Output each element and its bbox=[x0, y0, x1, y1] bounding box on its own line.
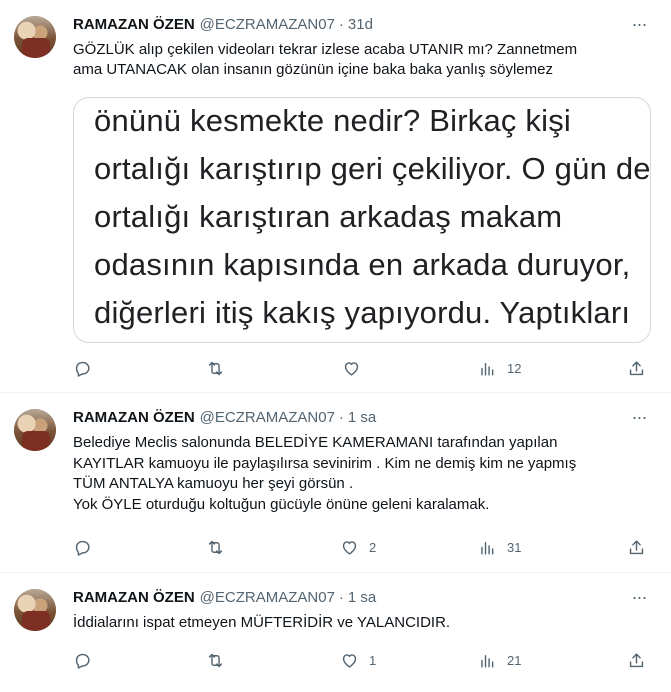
media-text-line: odasının kapısında en arkada duruyor, bbox=[94, 247, 631, 282]
share-icon bbox=[629, 539, 644, 554]
tweet-header: RAMAZAN ÖZEN @ECZRAMAZAN07 · 1 sa bbox=[73, 407, 376, 427]
media-text-line: ortalığı karıştırıp geri çekiliyor. O gü… bbox=[94, 151, 651, 186]
reply-icon bbox=[75, 361, 90, 377]
views-count: 31 bbox=[507, 539, 522, 555]
separator: · bbox=[338, 15, 344, 33]
reply-icon bbox=[75, 653, 90, 669]
more-options-icon[interactable]: ··· bbox=[629, 587, 649, 607]
tweet-text-line: Belediye Meclis salonunda BELEDİYE KAMER… bbox=[73, 434, 558, 451]
share-button[interactable] bbox=[627, 356, 646, 380]
tweet-text-line: İddialarını ispat etmeyen MÜFTERİDİR ve … bbox=[73, 614, 451, 631]
heart-icon bbox=[342, 540, 357, 555]
tweet-text: Belediye Meclis salonunda BELEDİYE KAMER… bbox=[73, 433, 658, 515]
tweet-header: RAMAZAN ÖZEN @ECZRAMAZAN07 · 1 sa bbox=[73, 587, 376, 607]
like-count: 1 bbox=[369, 652, 377, 668]
analytics-icon bbox=[481, 654, 494, 668]
retweet-button[interactable] bbox=[206, 535, 235, 559]
timestamp[interactable]: 31d bbox=[348, 16, 373, 33]
like-button[interactable]: 2 bbox=[340, 535, 376, 559]
share-icon bbox=[629, 652, 644, 667]
views-button[interactable]: 31 bbox=[478, 535, 521, 559]
views-count: 12 bbox=[507, 360, 522, 376]
analytics-icon bbox=[481, 362, 494, 376]
timestamp[interactable]: 1 sa bbox=[348, 589, 376, 606]
author-name[interactable]: RAMAZAN ÖZEN bbox=[73, 589, 195, 606]
media-text-line: önünü kesmekte nedir? Birkaç kişi bbox=[94, 103, 571, 138]
tweet[interactable]: RAMAZAN ÖZEN @ECZRAMAZAN07 · 1 sa ··· Be… bbox=[0, 393, 671, 573]
author-name[interactable]: RAMAZAN ÖZEN bbox=[73, 409, 195, 426]
tweet-text-line: KAYITLAR kamuoyu ile paylaşılırsa sevini… bbox=[73, 454, 577, 472]
retweet-icon bbox=[208, 540, 223, 554]
avatar[interactable] bbox=[14, 589, 56, 631]
tweet-actions: 12 bbox=[73, 356, 658, 380]
media-text-line: ortalığı karıştıran arkadaş makam bbox=[94, 199, 563, 234]
media-text-line: diğerleri itiş kakış yapıyordu. Yaptıkla… bbox=[94, 295, 631, 330]
tweet[interactable]: RAMAZAN ÖZEN @ECZRAMAZAN07 · 31d ··· GÖZ… bbox=[0, 0, 671, 393]
tweet-actions: 1 21 bbox=[73, 648, 658, 672]
heart-icon bbox=[342, 653, 357, 668]
retweet-button[interactable] bbox=[206, 356, 235, 380]
timestamp[interactable]: 1 sa bbox=[348, 409, 376, 426]
like-button[interactable] bbox=[342, 356, 371, 380]
like-button[interactable]: 1 bbox=[340, 648, 376, 672]
tweet[interactable]: RAMAZAN ÖZEN @ECZRAMAZAN07 · 1 sa ··· İd… bbox=[0, 573, 671, 692]
tweet-text-line: GÖZLÜK alıp çekilen videoları tekrar izl… bbox=[73, 41, 578, 58]
share-icon bbox=[629, 360, 644, 375]
avatar[interactable] bbox=[14, 409, 56, 451]
reply-icon bbox=[75, 540, 90, 556]
tweet-text-line: ama UTANACAK olan insanın gözünün içine … bbox=[73, 61, 553, 78]
views-count: 21 bbox=[507, 652, 522, 668]
tweet-text: İddialarını ispat etmeyen MÜFTERİDİR ve … bbox=[73, 613, 658, 633]
reply-button[interactable] bbox=[73, 648, 102, 672]
avatar[interactable] bbox=[14, 16, 56, 58]
author-handle[interactable]: @ECZRAMAZAN07 bbox=[200, 589, 335, 606]
author-name[interactable]: RAMAZAN ÖZEN bbox=[73, 16, 195, 33]
tweet-text: GÖZLÜK alıp çekilen videoları tekrar izl… bbox=[73, 40, 658, 80]
tweet-actions: 2 31 bbox=[73, 535, 658, 559]
reply-button[interactable] bbox=[73, 356, 102, 380]
heart-icon bbox=[344, 361, 359, 376]
like-count: 2 bbox=[369, 539, 377, 555]
tweet-text-line: Yok ÖYLE oturduğu koltuğun gücüyle önüne… bbox=[73, 495, 490, 513]
tweet-text-line: TÜM ANTALYA kamuoyu her şeyi görsün . bbox=[73, 475, 354, 492]
tweet-media-image[interactable]: önünü kesmekte nedir? Birkaç kişi ortalı… bbox=[73, 97, 651, 343]
share-button[interactable] bbox=[627, 535, 646, 559]
author-handle[interactable]: @ECZRAMAZAN07 bbox=[200, 16, 335, 33]
reply-button[interactable] bbox=[73, 535, 102, 559]
views-button[interactable]: 12 bbox=[478, 356, 521, 380]
analytics-icon bbox=[481, 541, 494, 555]
retweet-button[interactable] bbox=[206, 648, 235, 672]
more-options-icon[interactable]: ··· bbox=[629, 14, 649, 34]
separator: · bbox=[338, 588, 344, 606]
share-button[interactable] bbox=[627, 648, 646, 672]
tweet-header: RAMAZAN ÖZEN @ECZRAMAZAN07 · 31d bbox=[73, 14, 373, 34]
author-handle[interactable]: @ECZRAMAZAN07 bbox=[200, 409, 335, 426]
more-options-icon[interactable]: ··· bbox=[629, 407, 649, 427]
retweet-icon bbox=[208, 653, 223, 667]
separator: · bbox=[338, 408, 344, 426]
views-button[interactable]: 21 bbox=[478, 648, 521, 672]
retweet-icon bbox=[208, 361, 223, 375]
